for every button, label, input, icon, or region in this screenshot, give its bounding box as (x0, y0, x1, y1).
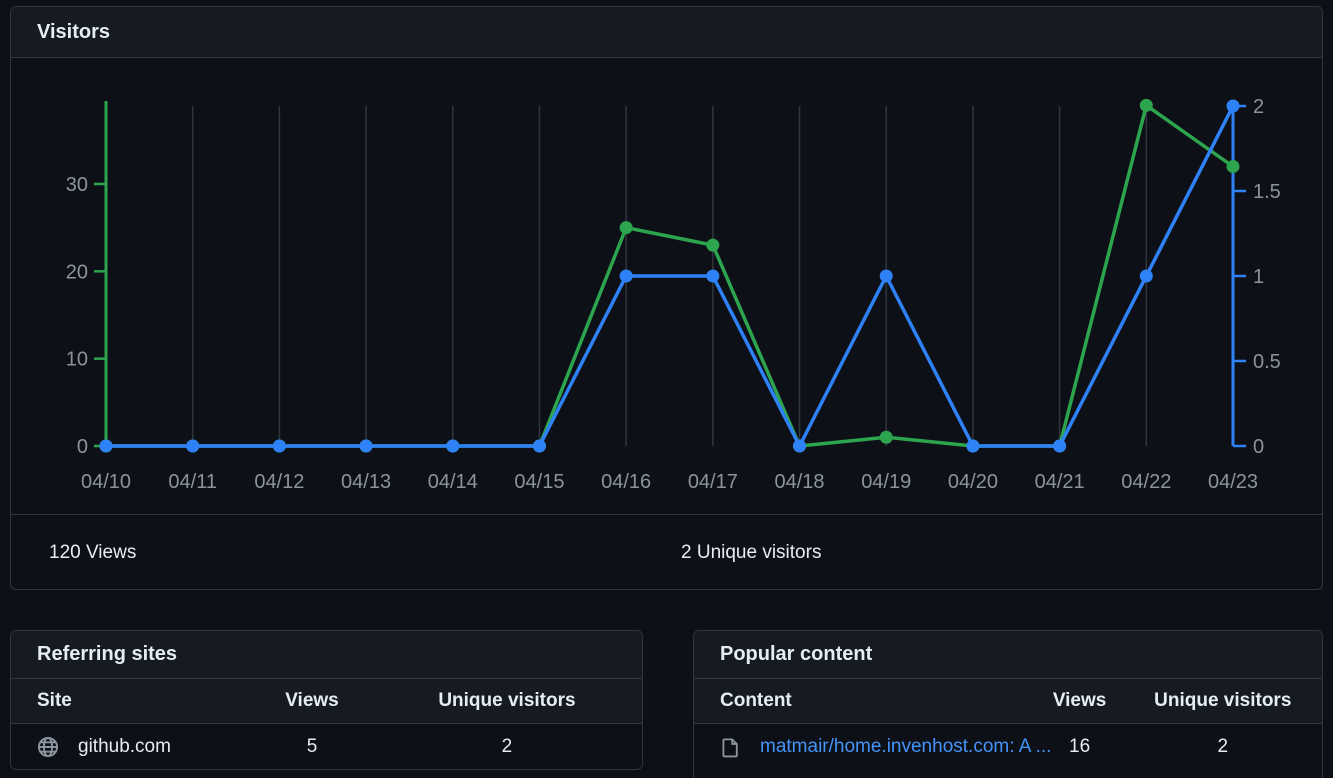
x-axis-label: 04/17 (688, 471, 738, 493)
unique-visitors-point (966, 440, 979, 453)
referring-sites-thead: Site Views Unique visitors (11, 679, 642, 724)
unique-visitors-point (100, 440, 113, 453)
left-axis-tick-label: 10 (66, 349, 88, 371)
unique-visitors-point (880, 270, 893, 283)
content-column-header: Content (694, 690, 792, 712)
x-axis-label: 04/18 (775, 471, 825, 493)
left-axis-tick-label: 0 (77, 436, 88, 458)
x-axis-label: 04/10 (81, 471, 131, 493)
site-column-header: Site (11, 690, 72, 712)
unique-visitors-point (620, 270, 633, 283)
popular-content-title: Popular content (720, 643, 872, 666)
unique-visitors-point (706, 270, 719, 283)
views-column-header: Views (1053, 690, 1107, 712)
referring-sites-header: Referring sites (11, 631, 642, 679)
file-icon (720, 737, 741, 758)
unique-visitors-point (1227, 100, 1240, 113)
popular-content-header: Popular content (694, 631, 1322, 679)
right-axis-tick-label: 1.5 (1253, 181, 1281, 203)
x-axis-label: 04/19 (861, 471, 911, 493)
unique-visitors-point (360, 440, 373, 453)
referring-sites-title: Referring sites (37, 643, 177, 666)
unique-visitors-point (186, 440, 199, 453)
views-point (620, 221, 633, 234)
popular-content-link[interactable]: matmair/home.invenhost.com: A ... (760, 736, 1051, 758)
x-axis-label: 04/22 (1121, 471, 1171, 493)
unique-visitors-point (533, 440, 546, 453)
popular-content-unique: 2 (1217, 736, 1228, 758)
unique-visitors-point (273, 440, 286, 453)
popular-content-views: 16 (1069, 736, 1090, 758)
unique-visitors-point (446, 440, 459, 453)
visitors-chart: 0 10 20 30 0 0.5 1 1.5 2 04/10 04/11 04/12 04/13 04/1… (11, 58, 1322, 514)
referring-site-name: github.com (78, 736, 171, 758)
visitors-title: Visitors (37, 21, 110, 44)
referring-site-views: 5 (307, 736, 318, 758)
visitors-card-header: Visitors (11, 7, 1322, 58)
views-point (706, 239, 719, 252)
views-column-header: Views (285, 690, 339, 712)
visitors-card: Visitors 0 10 20 30 0 0.5 1 1.5 2 04/10 04/11 04/12… (10, 6, 1323, 590)
right-axis-tick-label: 2 (1253, 96, 1264, 118)
views-point (880, 431, 893, 444)
unique-visitors-column-header: Unique visitors (1154, 690, 1291, 712)
x-axis-label: 04/16 (601, 471, 651, 493)
x-axis-label: 04/14 (428, 471, 478, 493)
referring-site-unique: 2 (502, 736, 513, 758)
table-row: github.com 5 2 (11, 724, 642, 770)
unique-visitors-point (793, 440, 806, 453)
left-axis-tick-label: 30 (66, 174, 88, 196)
x-axis-label: 04/11 (168, 471, 217, 493)
unique-visitors-point (1053, 440, 1066, 453)
views-point (1140, 99, 1153, 112)
popular-content-thead: Content Views Unique visitors (694, 679, 1322, 724)
x-axis-label: 04/23 (1208, 471, 1258, 493)
total-views-stat: 120 Views (49, 542, 136, 564)
x-axis-label: 04/13 (341, 471, 391, 493)
table-row: matmair/home.invenhost.com: A ... 16 2 (694, 724, 1322, 770)
views-point (1227, 160, 1240, 173)
total-unique-visitors-stat: 2 Unique visitors (681, 542, 821, 564)
referring-sites-card: Referring sites Site Views Unique visito… (10, 630, 643, 770)
x-axis-label: 04/15 (514, 471, 564, 493)
unique-visitors-line (106, 106, 1233, 446)
left-axis-tick-label: 20 (66, 261, 88, 283)
unique-visitors-column-header: Unique visitors (438, 690, 575, 712)
x-axis-label: 04/21 (1035, 471, 1085, 493)
right-axis-tick-label: 0 (1253, 436, 1264, 458)
globe-icon (37, 736, 59, 758)
visitors-chart-svg: 0 10 20 30 0 0.5 1 1.5 2 04/10 04/11 04/12 04/13 04/1… (11, 58, 1322, 514)
right-axis-tick-label: 0.5 (1253, 351, 1281, 373)
x-axis-label: 04/20 (948, 471, 998, 493)
x-axis-label: 04/12 (254, 471, 304, 493)
visitors-summary: 120 Views 2 Unique visitors (11, 514, 1322, 590)
popular-content-card: Popular content Content Views Unique vis… (693, 630, 1323, 778)
unique-visitors-point (1140, 270, 1153, 283)
right-axis-tick-label: 1 (1253, 266, 1264, 288)
